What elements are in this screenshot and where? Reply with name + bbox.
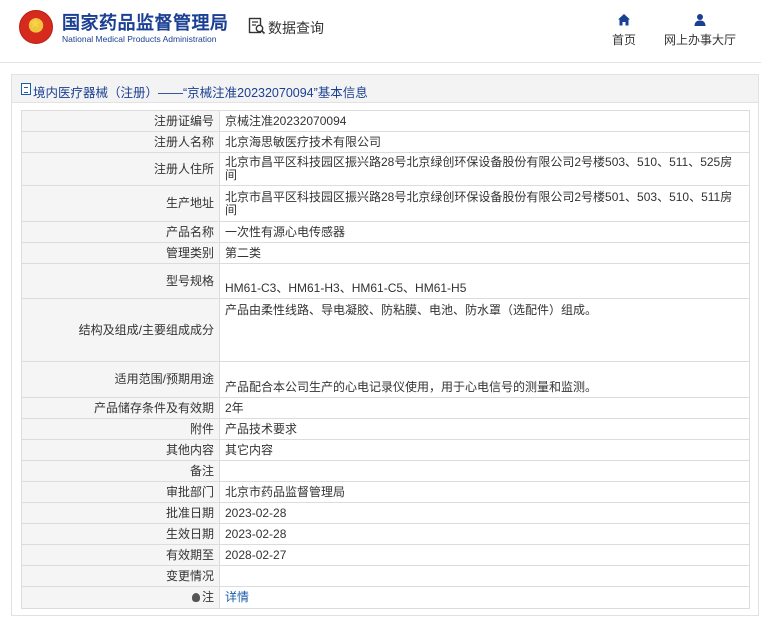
table-row: 批准日期 2023-02-28 (21, 502, 750, 524)
header-divider (0, 62, 761, 63)
row-value: 产品技术要求 (219, 418, 750, 440)
row-label: 生产地址 (21, 185, 220, 222)
data-query-icon[interactable] (248, 17, 266, 35)
table-row: 附件 产品技术要求 (21, 418, 750, 440)
row-value: 京械注准20232070094 (219, 110, 750, 132)
row-value: 产品配合本公司生产的心电记录仪使用，用于心电信号的测量和监测。 (219, 361, 750, 398)
row-label: 管理类别 (21, 242, 220, 264)
row-value: 北京市昌平区科技园区振兴路28号北京绿创环保设备股份有限公司2号楼501、503… (219, 185, 750, 222)
row-value: 详情 (219, 586, 750, 609)
row-label: 生效日期 (21, 523, 220, 545)
row-label: 产品储存条件及有效期 (21, 397, 220, 419)
row-value (219, 460, 750, 482)
row-label: 产品名称 (21, 221, 220, 243)
row-label: 适用范围/预期用途 (21, 361, 220, 398)
user-icon (694, 14, 706, 26)
nav-hall-label: 网上办事大厅 (663, 33, 736, 47)
table-row: 有效期至 2028-02-27 (21, 544, 750, 566)
row-value: HM61-C3、HM61-H3、HM61-C5、HM61-H5 (219, 263, 750, 299)
table-row: 生效日期 2023-02-28 (21, 523, 750, 545)
row-label: 结构及组成/主要组成成分 (21, 298, 220, 362)
table-row: 变更情况 (21, 565, 750, 587)
device-info-table: 注册证编号 京械注准20232070094 注册人名称 北京海思敏医疗技术有限公… (21, 110, 750, 609)
row-value: 北京市药品监督管理局 (219, 481, 750, 503)
table-row: 生产地址 北京市昌平区科技园区振兴路28号北京绿创环保设备股份有限公司2号楼50… (21, 185, 750, 222)
row-value: 2023-02-28 (219, 523, 750, 545)
home-icon (618, 14, 630, 26)
device-info-panel: 境内医疗器械（注册）——“京械注准20232070094”基本信息 注册证编号 … (11, 74, 759, 616)
table-row: 结构及组成/主要组成成分 产品由柔性线路、导电凝胶、防粘膜、电池、防水罩（选配件… (21, 298, 750, 362)
row-value: 北京市昌平区科技园区振兴路28号北京绿创环保设备股份有限公司2号楼503、510… (219, 152, 750, 186)
row-value: 第二类 (219, 242, 750, 264)
row-label: 备注 (21, 460, 220, 482)
row-value: 2028-02-27 (219, 544, 750, 566)
row-label: 注册人名称 (21, 131, 220, 153)
row-label: 注 (201, 590, 214, 604)
site-header: 国家药品监督管理局 National Medical Products Admi… (0, 0, 761, 62)
row-value: 2023-02-28 (219, 502, 750, 524)
row-value (219, 565, 750, 587)
row-label: 变更情况 (21, 565, 220, 587)
row-label: 审批部门 (21, 481, 220, 503)
row-value: 产品由柔性线路、导电凝胶、防粘膜、电池、防水罩（选配件）组成。 (219, 298, 750, 362)
nav-home[interactable]: 首页 (609, 13, 639, 48)
table-row: 注册证编号 京械注准20232070094 (21, 110, 750, 132)
nav-home-label: 首页 (611, 33, 636, 47)
nav-online-service-hall[interactable]: 网上办事大厅 (660, 13, 740, 48)
panel-title-bar: 境内医疗器械（注册）——“京械注准20232070094”基本信息 (12, 75, 758, 103)
row-value: 2年 (219, 397, 750, 419)
row-label: 型号规格 (21, 263, 220, 299)
lightbulb-icon (191, 593, 200, 602)
site-title-cn[interactable]: 国家药品监督管理局 (62, 9, 229, 35)
row-value: 一次性有源心电传感器 (219, 221, 750, 243)
row-label: 附件 (21, 418, 220, 440)
table-row: 管理类别 第二类 (21, 242, 750, 264)
table-row: 产品储存条件及有效期 2年 (21, 397, 750, 419)
document-icon (21, 83, 31, 95)
row-label: 其他内容 (21, 439, 220, 461)
table-row: 审批部门 北京市药品监督管理局 (21, 481, 750, 503)
table-row: 产品名称 一次性有源心电传感器 (21, 221, 750, 243)
panel-title: 境内医疗器械（注册）——“京械注准20232070094”基本信息 (33, 86, 368, 100)
row-label: 有效期至 (21, 544, 220, 566)
table-row: 注册人名称 北京海思敏医疗技术有限公司 (21, 131, 750, 153)
row-value: 其它内容 (219, 439, 750, 461)
table-row: 注册人住所 北京市昌平区科技园区振兴路28号北京绿创环保设备股份有限公司2号楼5… (21, 152, 750, 186)
table-row: 适用范围/预期用途 产品配合本公司生产的心电记录仪使用，用于心电信号的测量和监测… (21, 361, 750, 398)
details-link[interactable]: 详情 (225, 590, 249, 604)
national-emblem-logo[interactable] (19, 10, 53, 44)
note-label-cell: 注 (21, 586, 220, 609)
row-label: 批准日期 (21, 502, 220, 524)
data-query-link[interactable]: 数据查询 (268, 18, 324, 38)
site-title-en[interactable]: National Medical Products Administration (62, 34, 217, 44)
row-value: 北京海思敏医疗技术有限公司 (219, 131, 750, 153)
row-label: 注册人住所 (21, 152, 220, 186)
table-row: 型号规格 HM61-C3、HM61-H3、HM61-C5、HM61-H5 (21, 263, 750, 299)
table-row: 备注 (21, 460, 750, 482)
row-label: 注册证编号 (21, 110, 220, 132)
table-row: 其他内容 其它内容 (21, 439, 750, 461)
table-row: 注 详情 (21, 586, 750, 609)
